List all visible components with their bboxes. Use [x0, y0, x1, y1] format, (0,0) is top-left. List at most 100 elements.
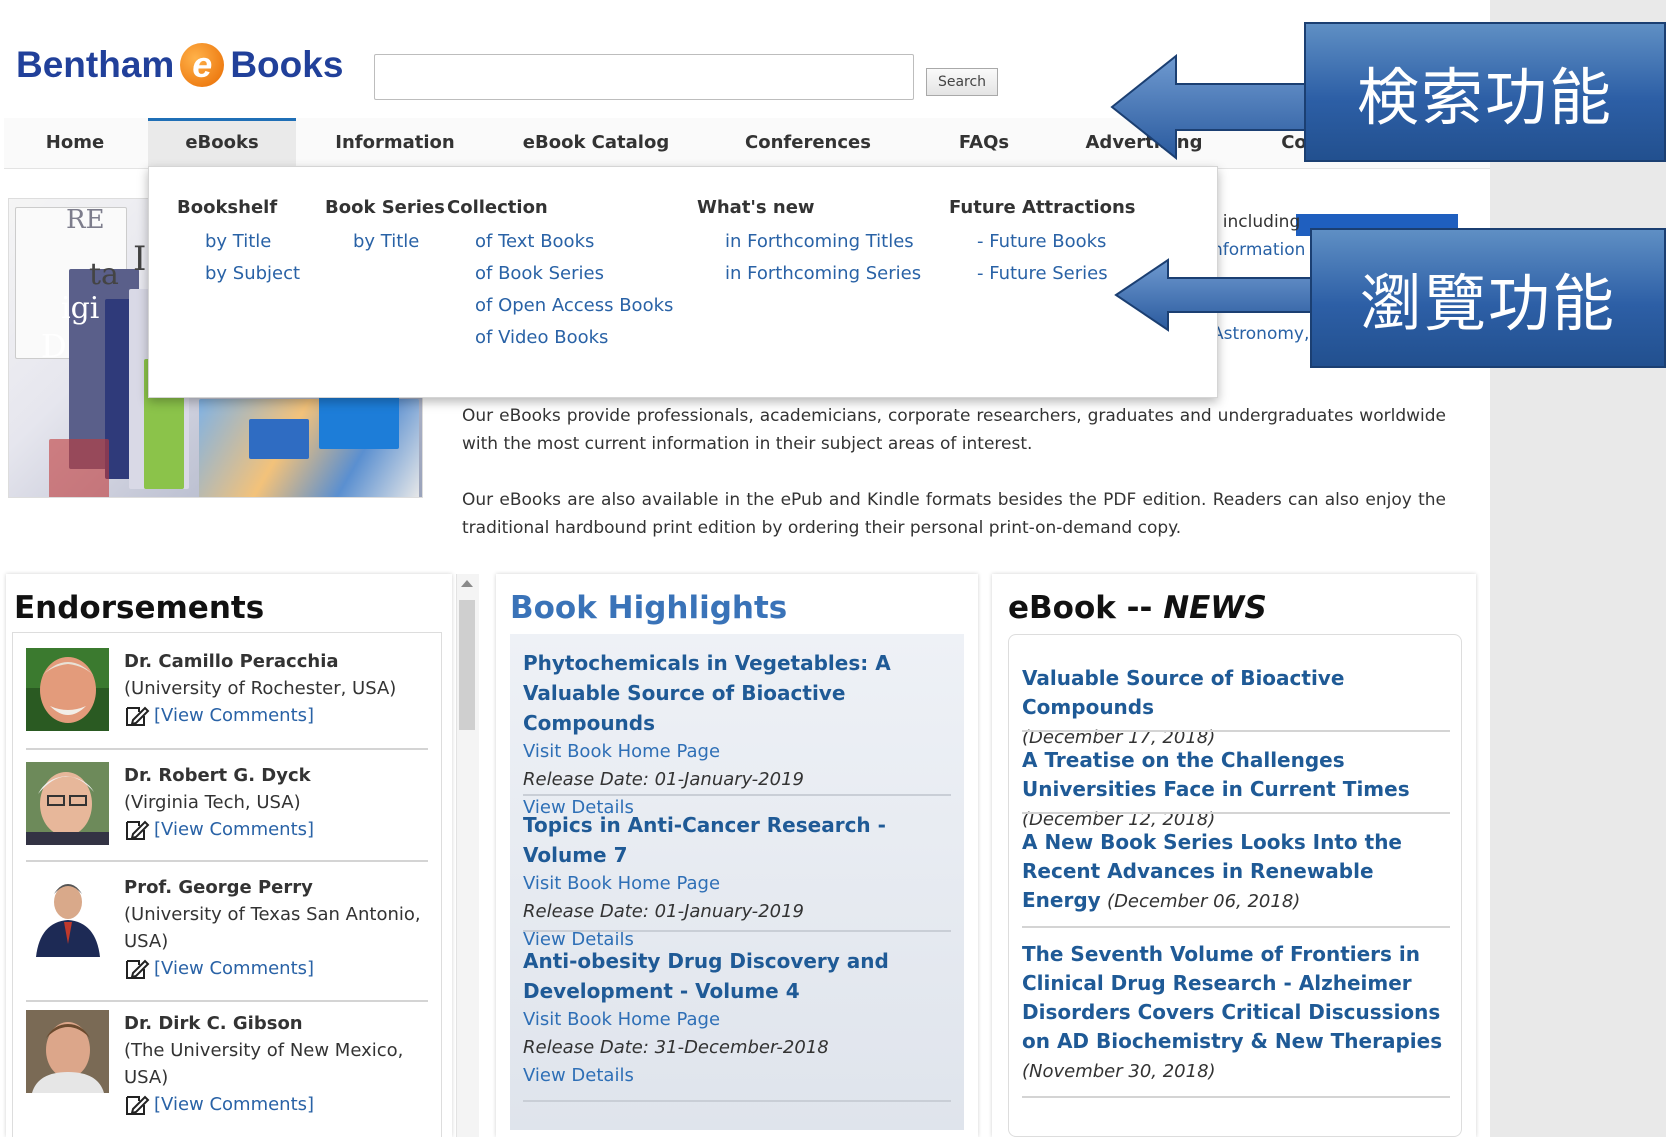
- scroll-up-arrow-icon[interactable]: [461, 580, 473, 587]
- highlight-divider: [523, 794, 951, 796]
- visit-book-home-link[interactable]: Visit Book Home Page: [523, 1006, 953, 1034]
- right-gutter: [1490, 0, 1666, 1137]
- view-details-link[interactable]: View Details: [523, 1062, 953, 1090]
- endorsement-divider: [26, 1000, 428, 1002]
- view-comments-link[interactable]: [View Comments]: [124, 955, 424, 982]
- visit-book-home-link[interactable]: Visit Book Home Page: [523, 870, 953, 898]
- dd-link-series-by-title[interactable]: by Title: [325, 231, 445, 263]
- news-item: A New Book Series Looks Into the Recent …: [1022, 828, 1452, 916]
- dd-link-text-books[interactable]: of Text Books: [447, 231, 673, 263]
- dd-link-future-series[interactable]: - Future Series: [949, 263, 1136, 295]
- nav-ebooks[interactable]: eBooks: [148, 118, 296, 168]
- endorsement-divider: [26, 748, 428, 750]
- nav-conferences[interactable]: Conferences: [728, 118, 888, 168]
- dd-col-collection: Collection of Text Books of Book Series …: [447, 197, 673, 359]
- hero-letters-d: D: [41, 327, 67, 365]
- nav-faqs[interactable]: FAQs: [934, 118, 1034, 168]
- browse-function-callout: 瀏覽功能: [1310, 228, 1666, 368]
- nav-home[interactable]: Home: [14, 118, 136, 168]
- view-comments-label[interactable]: [View Comments]: [154, 1091, 314, 1118]
- news-divider: [1022, 730, 1450, 732]
- endorsement-divider: [26, 860, 428, 862]
- news-divider: [1022, 1096, 1450, 1098]
- dd-heading-future-attractions: Future Attractions: [949, 197, 1136, 218]
- view-comments-label[interactable]: [View Comments]: [154, 816, 314, 843]
- news-item: Valuable Source of Bioactive Compounds (…: [1022, 664, 1452, 752]
- view-comments-label[interactable]: [View Comments]: [154, 702, 314, 729]
- view-comments-label[interactable]: [View Comments]: [154, 955, 314, 982]
- intro-fragment-including: , including: [1212, 212, 1301, 232]
- news-divider: [1022, 812, 1450, 814]
- news-item-title[interactable]: The Seventh Volume of Frontiers in Clini…: [1022, 942, 1442, 1053]
- dd-heading-whats-new: What's new: [697, 197, 815, 218]
- nav-ebook-catalog[interactable]: eBook Catalog: [506, 118, 686, 168]
- endorser-affiliation: (The University of New Mexico, USA): [124, 1040, 404, 1088]
- news-divider: [1022, 926, 1450, 928]
- dd-link-book-series[interactable]: of Book Series: [447, 263, 673, 295]
- dd-col-future-attractions: Future Attractions - Future Books - Futu…: [949, 197, 1136, 295]
- endorsements-title: Endorsements: [14, 590, 265, 626]
- dd-link-bookshelf-by-subject[interactable]: by Subject: [177, 263, 300, 295]
- endorser-affiliation: (Virginia Tech, USA): [124, 792, 301, 813]
- browse-callout-arrow-icon: [1114, 258, 1313, 332]
- highlight-title[interactable]: Phytochemicals in Vegetables: A Valuable…: [523, 648, 953, 738]
- hero-letters-ta: ta: [89, 257, 119, 292]
- intro-fragment-information[interactable]: nformation: [1212, 240, 1305, 260]
- dd-link-bookshelf-by-title[interactable]: by Title: [177, 231, 300, 263]
- search-button[interactable]: Search: [926, 68, 998, 96]
- dd-link-video-books[interactable]: of Video Books: [447, 327, 673, 359]
- news-item: A Treatise on the Challenges Universitie…: [1022, 746, 1452, 834]
- edit-note-icon: [126, 1095, 150, 1115]
- edit-note-icon: [126, 959, 150, 979]
- endorser-name: Dr. Dirk C. Gibson: [124, 1013, 303, 1034]
- dd-link-forthcoming-series[interactable]: in Forthcoming Series: [697, 263, 921, 295]
- view-comments-link[interactable]: [View Comments]: [124, 816, 424, 843]
- news-title-plain: eBook --: [1008, 590, 1164, 626]
- bentham-books-logo[interactable]: Bentham e Books: [16, 40, 343, 90]
- release-date: Release Date: 31-December-2018: [523, 1037, 829, 1058]
- highlight-title[interactable]: Anti-obesity Drug Discovery and Developm…: [523, 946, 953, 1006]
- endorser-photo: [26, 648, 109, 731]
- scrollbar-thumb[interactable]: [459, 600, 475, 730]
- dd-link-forthcoming-titles[interactable]: in Forthcoming Titles: [697, 231, 921, 263]
- dd-heading-book-series: Book Series: [325, 197, 445, 218]
- view-comments-link[interactable]: [View Comments]: [124, 1091, 424, 1118]
- news-item-title[interactable]: Valuable Source of Bioactive Compounds: [1022, 666, 1344, 719]
- highlight-item: Anti-obesity Drug Discovery and Developm…: [523, 946, 953, 1090]
- news-title-emphasis: NEWS: [1163, 590, 1267, 626]
- book-highlights-title: Book Highlights: [510, 590, 788, 626]
- logo-word-books: Books: [230, 44, 344, 85]
- search-function-callout: 検索功能: [1304, 22, 1666, 162]
- visit-book-home-link[interactable]: Visit Book Home Page: [523, 738, 953, 766]
- ebook-news-title: eBook -- NEWS: [1008, 590, 1267, 626]
- highlight-title[interactable]: Topics in Anti-Cancer Research -Volume 7: [523, 810, 953, 870]
- news-item-title[interactable]: A Treatise on the Challenges Universitie…: [1022, 748, 1410, 801]
- release-date: Release Date: 01-January-2019: [523, 901, 804, 922]
- nav-information[interactable]: Information: [320, 118, 470, 168]
- endorser-name: Prof. George Perry: [124, 877, 313, 898]
- hero-letters-i: I: [133, 239, 147, 279]
- dd-col-bookshelf: Bookshelf by Title by Subject: [177, 197, 300, 295]
- dd-heading-collection: Collection: [447, 197, 548, 218]
- logo-e-icon: e: [180, 43, 225, 87]
- endorser-photo: [26, 762, 109, 845]
- edit-note-icon: [126, 706, 150, 726]
- search-input[interactable]: [374, 54, 914, 100]
- dd-col-whats-new: What's new in Forthcoming Titles in Fort…: [697, 197, 921, 295]
- news-item: The Seventh Volume of Frontiers in Clini…: [1022, 940, 1452, 1086]
- dd-link-open-access-books[interactable]: of Open Access Books: [447, 295, 673, 327]
- edit-note-icon: [126, 820, 150, 840]
- endorser-photo: [26, 1010, 109, 1093]
- search-callout-arrow-icon: [1110, 54, 1309, 160]
- news-item-date: (December 06, 2018): [1107, 891, 1301, 912]
- news-item-date: (November 30, 2018): [1022, 1061, 1216, 1082]
- dd-link-future-books[interactable]: - Future Books: [949, 231, 1136, 263]
- dd-col-book-series: Book Series by Title: [325, 197, 445, 263]
- hero-letters-re: RE: [66, 205, 105, 235]
- endorser-name: Dr. Robert G. Dyck: [124, 765, 311, 786]
- highlight-divider: [523, 1100, 951, 1102]
- endorser-affiliation: (University of Rochester, USA): [124, 678, 397, 699]
- release-date: Release Date: 01-January-2019: [523, 769, 804, 790]
- highlight-item: Topics in Anti-Cancer Research -Volume 7…: [523, 810, 953, 954]
- view-comments-link[interactable]: [View Comments]: [124, 702, 424, 729]
